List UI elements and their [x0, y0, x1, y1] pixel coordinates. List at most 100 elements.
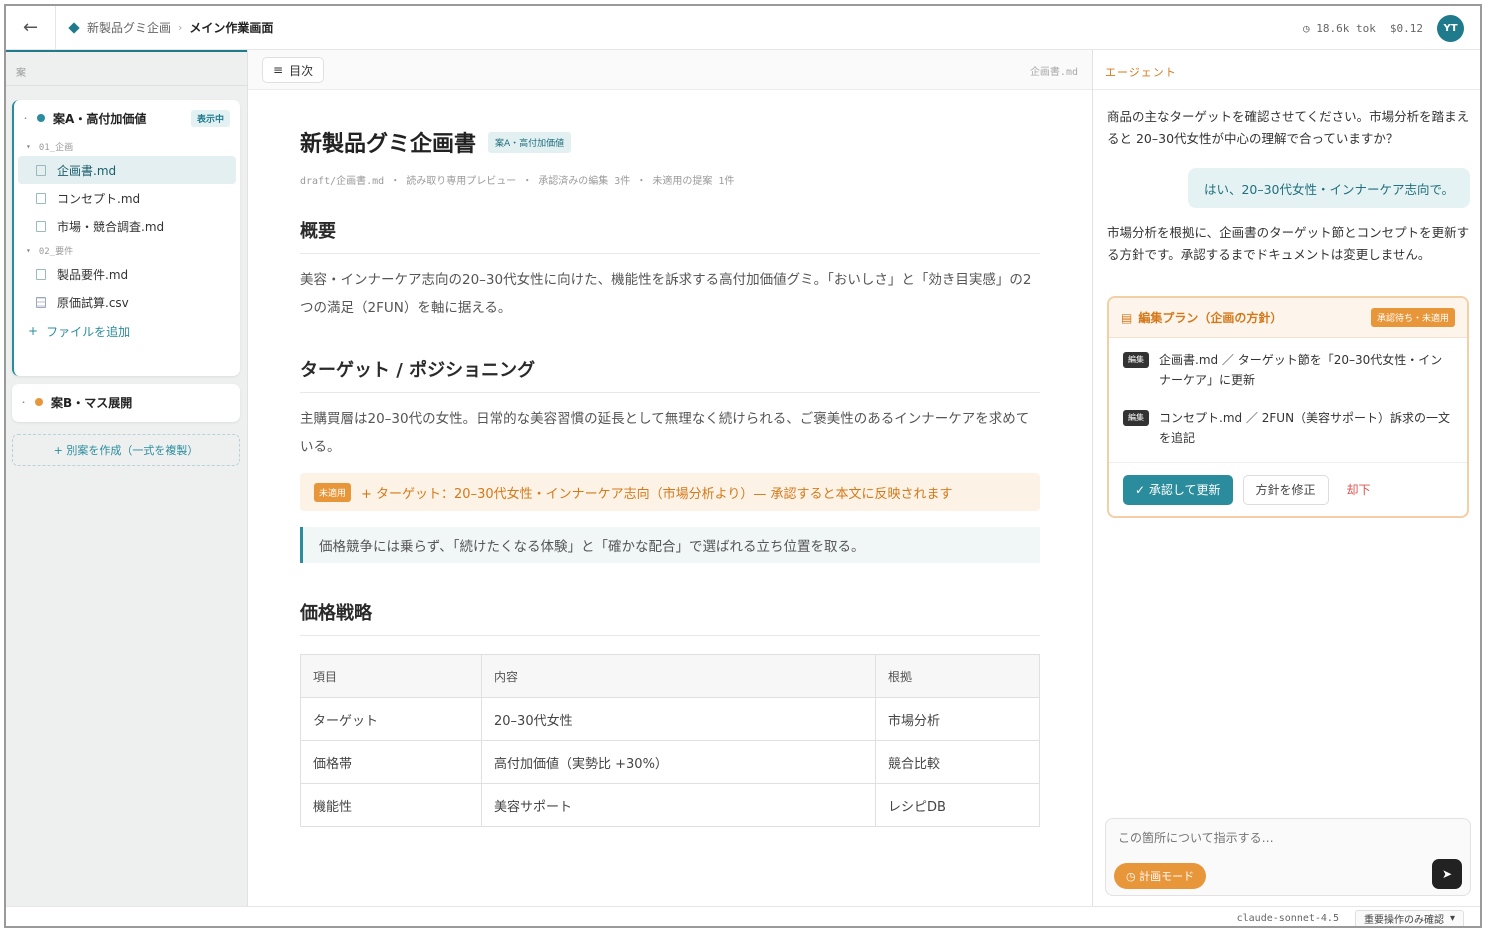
positioning-quote: 価格競争には乗らず、「続けたくなる体験」と「確かな配合」で選ばれる立ち位置を取る…: [300, 527, 1040, 563]
plan-tag: 案A・高付加価値: [488, 131, 572, 153]
cost-display: $0.12: [1389, 21, 1423, 35]
document-icon: [36, 268, 46, 280]
folder-01[interactable]: ▾ 01_企画: [14, 136, 240, 156]
edit-plan-card: ▤ 編集プラン（企画の方針） 承認待ち・未適用 編集 企画書.md ／ ターゲッ…: [1107, 296, 1469, 518]
document-meta: draft/企画書.md ・ 読み取り専用プレビュー ・ 承認済みの編集 3件 …: [300, 176, 735, 187]
plan-mode-toggle[interactable]: ◷ 計画モード: [1114, 863, 1207, 889]
folder-name: 02_要件: [38, 246, 74, 257]
approve-button[interactable]: ✓ 承認して更新: [1123, 474, 1233, 505]
file-name: 原価試算.csv: [57, 295, 129, 310]
document-body: 新製品グミ企画書 案A・高付加価値 draft/企画書.md ・ 読み取り専用プ…: [300, 126, 1040, 827]
plan-card-b[interactable]: · 案B・マス展開: [12, 384, 240, 422]
instruction-input[interactable]: [1118, 831, 1418, 845]
chevron-right-icon: ›: [178, 21, 183, 34]
spreadsheet-icon: [36, 296, 46, 308]
pricing-table: 項目 内容 根拠 ターゲット 20–30代女性 市場分析 価格帯 高付加価値（実…: [300, 654, 1040, 827]
expand-icon: ·: [24, 113, 28, 123]
unapplied-badge: 未適用: [314, 482, 352, 502]
file-item-concept[interactable]: コンセプト.md: [18, 184, 236, 212]
user-message: はい、20–30代女性・インナーケア志向で。: [1187, 168, 1470, 208]
file-name: 市場・競合調査.md: [57, 219, 165, 234]
edit-plan-header: ▤ 編集プラン（企画の方針） 承認待ち・未適用: [1109, 298, 1467, 338]
file-name: 製品要件.md: [57, 267, 129, 282]
file-item-requirements[interactable]: 製品要件.md: [18, 260, 236, 288]
plan-a-dot-icon: [37, 114, 46, 122]
agent-panel-title: エージェント: [1093, 50, 1480, 90]
section-heading-overview: 概要: [300, 217, 1040, 254]
breadcrumb: 新製品グミ企画 › メイン作業画面: [68, 19, 273, 36]
reject-button[interactable]: 却下: [1339, 481, 1379, 498]
breadcrumb-project[interactable]: 新製品グミ企画: [87, 19, 171, 36]
add-file-button[interactable]: + ファイルを追加: [14, 316, 240, 346]
table-header: 項目: [300, 654, 482, 698]
file-name: 企画書.md: [57, 163, 117, 178]
plan-a-header[interactable]: · 案A・高付加価値 表示中: [14, 100, 240, 136]
agent-panel: エージェント 商品の主なターゲットを確認させてください。市場分析を踏まえると 2…: [1092, 50, 1480, 906]
plans-sidebar: 案 · 案A・高付加価値 表示中 ▾ 01_企画 企画書.md コンセプト.md …: [6, 50, 248, 906]
document-icon: ▤: [1121, 310, 1133, 325]
folder-name: 01_企画: [38, 142, 74, 153]
showing-badge: 表示中: [190, 109, 230, 127]
table-cell: 20–30代女性: [481, 697, 876, 741]
target-text: 主購買層は20–30代の女性。日常的な美容習慣の延長として無理なく続けられる、ご…: [300, 411, 1030, 455]
project-diamond-icon: [68, 21, 80, 34]
composer: ◷ 計画モード ➤: [1105, 818, 1471, 896]
unapplied-suggestion[interactable]: 未適用 + ターゲット：20–30代女性・インナーケア志向（市場分析より）— 承…: [300, 473, 1040, 511]
plan-b-header[interactable]: · 案B・マス展開: [12, 384, 240, 420]
edit-plan-item-text: 企画書.md ／ ターゲット節を「20–30代女性・インナーケア」に更新: [1159, 353, 1443, 387]
edit-plan-item-text: コンセプト.md ／ 2FUN（美容サポート）訴求の一文を追記: [1159, 411, 1451, 445]
status-badge: 承認待ち・未適用: [1370, 308, 1455, 327]
plan-card-a: · 案A・高付加価値 表示中 ▾ 01_企画 企画書.md コンセプト.md 市場…: [12, 100, 240, 376]
table-row: ターゲット 20–30代女性 市場分析: [300, 697, 1040, 741]
token-count: 18.6k tok: [1316, 21, 1376, 35]
document-icon: [36, 220, 46, 232]
table-cell: 美容サポート: [481, 783, 876, 827]
plus-icon: +: [28, 324, 39, 338]
edit-plan-item: 編集 コンセプト.md ／ 2FUN（美容サポート）訴求の一文を追記: [1109, 408, 1467, 448]
chevron-down-icon: ▾: [26, 141, 31, 151]
table-header: 内容: [481, 654, 876, 698]
overview-text: 美容・インナーケア志向の20–30代女性に向けた、機能性を訴求する高付加価値グミ…: [300, 272, 1032, 316]
document-toolbar: ≡ 目次 企画書.md: [248, 50, 1092, 90]
chevron-down-icon: ▾: [1449, 913, 1455, 924]
list-icon: ≡: [273, 63, 284, 77]
toc-label: 目次: [289, 63, 314, 78]
table-cell: 高付加価値（実勢比 +30%）: [481, 740, 876, 784]
add-file-label: ファイルを追加: [46, 324, 131, 339]
edit-badge: 編集: [1123, 410, 1149, 426]
plan-b-dot-icon: [35, 398, 44, 406]
edit-plan-actions: ✓ 承認して更新 方針を修正 却下: [1109, 462, 1467, 516]
token-counter: ◷ 18.6k tok: [1303, 22, 1376, 35]
sidebar-header: 案: [6, 50, 247, 86]
send-icon[interactable]: ➤: [1432, 859, 1462, 889]
table-cell: 価格帯: [300, 740, 482, 784]
new-plan-button[interactable]: + 別案を作成（一式を複製）: [12, 434, 240, 466]
top-bar: ← 新製品グミ企画 › メイン作業画面 ◷ 18.6k tok $0.12 YT: [6, 6, 1480, 50]
section-heading-pricing: 価格戦略: [300, 599, 1040, 636]
folder-02[interactable]: ▾ 02_要件: [14, 240, 240, 260]
file-item-plan-doc[interactable]: 企画書.md: [18, 156, 236, 184]
edit-plan-item: 編集 企画書.md ／ ターゲット節を「20–30代女性・インナーケア」に更新: [1109, 350, 1467, 390]
app-window: ← 新製品グミ企画 › メイン作業画面 ◷ 18.6k tok $0.12 YT…: [4, 4, 1482, 928]
status-bar: claude-sonnet-4.5 重要操作のみ確認 ▾: [6, 906, 1480, 926]
document-pane: ≡ 目次 企画書.md 新製品グミ企画書 案A・高付加価値 draft/企画書.m…: [248, 50, 1092, 906]
file-item-market[interactable]: 市場・競合調査.md: [18, 212, 236, 240]
table-cell: 機能性: [300, 783, 482, 827]
file-item-cost-csv[interactable]: 原価試算.csv: [18, 288, 236, 316]
table-cell: ターゲット: [300, 697, 482, 741]
arrow-left-icon[interactable]: ←: [6, 6, 56, 50]
table-cell: レシピDB: [875, 783, 1040, 827]
plan-a-name: 案A・高付加価値: [53, 111, 147, 126]
table-row: 機能性 美容サポート レシピDB: [300, 783, 1040, 827]
table-row: 価格帯 高付加価値（実勢比 +30%） 競合比較: [300, 740, 1040, 784]
edit-plan-title: 編集プラン（企画の方針）: [1138, 311, 1283, 325]
clock-icon: ◷: [1303, 21, 1317, 35]
avatar[interactable]: YT: [1437, 14, 1464, 42]
table-cell: 市場分析: [875, 697, 1040, 741]
table-header-row: 項目 内容 根拠: [300, 654, 1040, 698]
agent-message: 市場分析を根拠に、企画書のターゲット節とコンセプトを更新する方針です。承認するま…: [1107, 225, 1470, 262]
revise-button[interactable]: 方針を修正: [1242, 474, 1329, 505]
confirm-mode-select[interactable]: 重要操作のみ確認 ▾: [1354, 909, 1464, 926]
document-filename: 企画書.md: [1029, 67, 1078, 78]
toc-button[interactable]: ≡ 目次: [262, 57, 325, 83]
